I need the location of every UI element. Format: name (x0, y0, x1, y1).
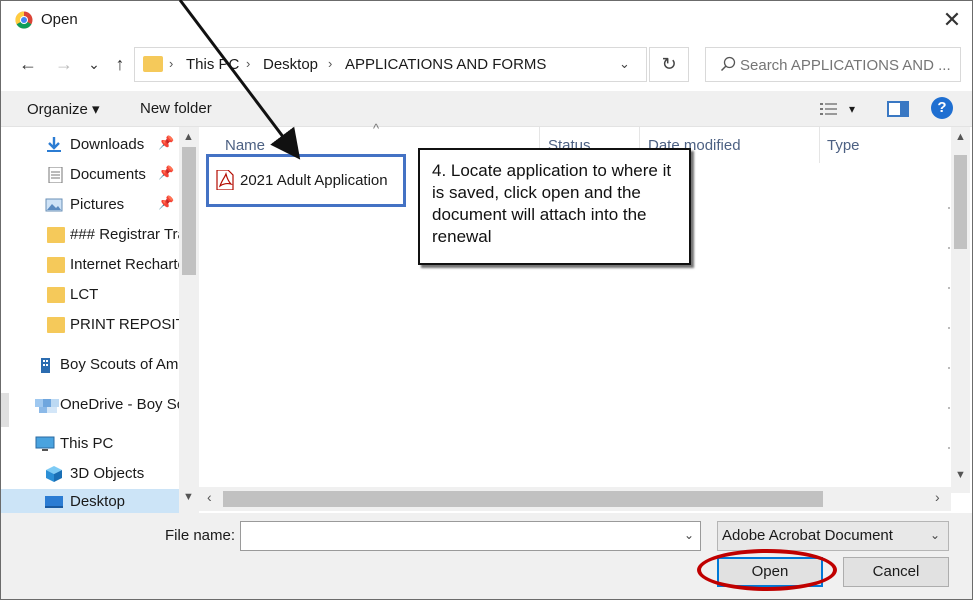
pointer-arrow-icon (178, 0, 301, 160)
